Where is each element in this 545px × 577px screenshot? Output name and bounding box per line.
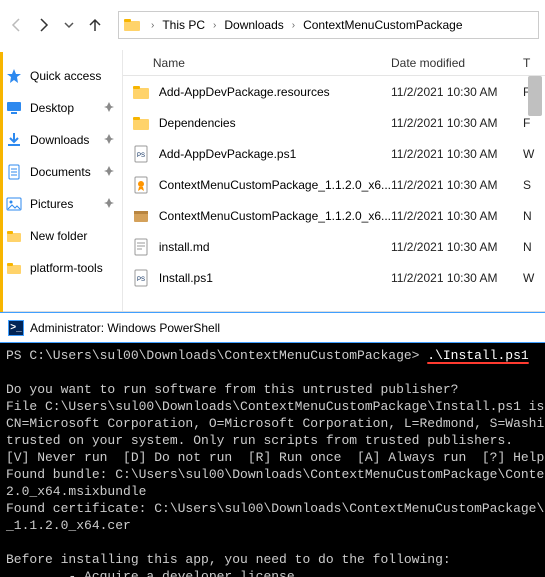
- file-type: W: [523, 147, 545, 161]
- address-bar[interactable]: › This PC › Downloads › ContextMenuCusto…: [118, 11, 539, 39]
- file-date: 11/2/2021 10:30 AM: [391, 209, 523, 223]
- file-type: F: [523, 116, 545, 130]
- sidebar-item-new-folder[interactable]: New folder: [0, 224, 122, 248]
- folder-icon: [123, 16, 141, 34]
- powershell-icon: >_: [8, 320, 24, 336]
- sidebar-item-desktop[interactable]: Desktop: [0, 96, 122, 120]
- chevron-right-icon[interactable]: ›: [290, 20, 297, 31]
- chevron-right-icon[interactable]: ›: [149, 20, 156, 31]
- column-headers: Name Date modified T: [123, 50, 545, 76]
- folder-icon: [6, 260, 22, 276]
- desktop-icon: [6, 100, 22, 116]
- file-name: Install.ps1: [159, 271, 391, 285]
- crumb-downloads[interactable]: Downloads: [220, 16, 287, 34]
- file-name: install.md: [159, 240, 391, 254]
- sidebar-item-downloads[interactable]: Downloads: [0, 128, 122, 152]
- sidebar-item-label: Quick access: [30, 69, 101, 83]
- file-row[interactable]: PS Install.ps111/2/2021 10:30 AMW: [123, 262, 545, 293]
- sidebar-item-platform-tools[interactable]: platform-tools: [0, 256, 122, 280]
- sidebar-item-label: Desktop: [30, 101, 74, 115]
- file-row[interactable]: install.md11/2/2021 10:30 AMN: [123, 231, 545, 262]
- download-icon: [6, 132, 22, 148]
- star-icon: [6, 68, 22, 84]
- up-button[interactable]: [84, 11, 106, 39]
- forward-button[interactable]: [32, 11, 54, 39]
- file-view: Name Date modified T Add-AppDevPackage.r…: [123, 50, 545, 311]
- sidebar-item-label: Downloads: [30, 133, 89, 147]
- cert-icon: [131, 175, 151, 195]
- folder-icon: [6, 228, 22, 244]
- sidebar-item-label: platform-tools: [30, 261, 103, 275]
- file-type: W: [523, 271, 545, 285]
- sidebar-item-label: New folder: [30, 229, 87, 243]
- column-name[interactable]: Name: [153, 56, 391, 70]
- file-name: Add-AppDevPackage.ps1: [159, 147, 391, 161]
- doc-icon: [6, 164, 22, 180]
- sidebar-item-documents[interactable]: Documents: [0, 160, 122, 184]
- chevron-right-icon[interactable]: ›: [211, 20, 218, 31]
- file-row[interactable]: Dependencies11/2/2021 10:30 AMF: [123, 107, 545, 138]
- file-type: N: [523, 209, 545, 223]
- pin-icon: [104, 197, 114, 211]
- ps1-icon: PS: [131, 144, 151, 164]
- scrollbar-thumb[interactable]: [528, 76, 542, 116]
- svg-text:PS: PS: [137, 153, 145, 159]
- crumb-folder[interactable]: ContextMenuCustomPackage: [299, 16, 466, 34]
- sidebar-item-quick-access[interactable]: Quick access: [0, 64, 122, 88]
- file-name: ContextMenuCustomPackage_1.1.2.0_x6...: [159, 178, 391, 192]
- file-row[interactable]: PS Add-AppDevPackage.ps111/2/2021 10:30 A…: [123, 138, 545, 169]
- file-date: 11/2/2021 10:30 AM: [391, 85, 523, 99]
- pin-icon: [104, 101, 114, 115]
- terminal-title-bar: >_ Administrator: Windows PowerShell: [0, 312, 545, 343]
- crumb-this-pc[interactable]: This PC: [158, 16, 209, 34]
- file-row[interactable]: ContextMenuCustomPackage_1.1.2.0_x6...11…: [123, 169, 545, 200]
- file-date: 11/2/2021 10:30 AM: [391, 271, 523, 285]
- column-date[interactable]: Date modified: [391, 56, 523, 70]
- file-name: Dependencies: [159, 116, 391, 130]
- file-row[interactable]: ContextMenuCustomPackage_1.1.2.0_x6...11…: [123, 200, 545, 231]
- command: .\Install.ps1: [427, 348, 528, 363]
- file-date: 11/2/2021 10:30 AM: [391, 178, 523, 192]
- recent-dropdown[interactable]: [58, 11, 80, 39]
- file-type: N: [523, 240, 545, 254]
- file-explorer: › This PC › Downloads › ContextMenuCusto…: [0, 0, 545, 312]
- file-name: Add-AppDevPackage.resources: [159, 85, 391, 99]
- file-type: S: [523, 178, 545, 192]
- file-row[interactable]: Add-AppDevPackage.resources11/2/2021 10:…: [123, 76, 545, 107]
- md-icon: [131, 237, 151, 257]
- file-date: 11/2/2021 10:30 AM: [391, 240, 523, 254]
- back-button[interactable]: [6, 11, 28, 39]
- pic-icon: [6, 196, 22, 212]
- pin-icon: [104, 165, 114, 179]
- bundle-icon: [131, 206, 151, 226]
- prompt: PS C:\Users\sul00\Downloads\ContextMenuC…: [6, 348, 419, 363]
- file-name: ContextMenuCustomPackage_1.1.2.0_x6...: [159, 209, 391, 223]
- ps1-icon: PS: [131, 268, 151, 288]
- sidebar-item-pictures[interactable]: Pictures: [0, 192, 122, 216]
- navigation-toolbar: › This PC › Downloads › ContextMenuCusto…: [0, 0, 545, 50]
- pin-icon: [104, 133, 114, 147]
- navigation-pane: Quick access Desktop Downloads Documents Pic…: [0, 50, 123, 311]
- column-type[interactable]: T: [523, 56, 545, 70]
- sidebar-item-label: Pictures: [30, 197, 73, 211]
- svg-text:PS: PS: [137, 277, 145, 283]
- folder-icon: [131, 82, 151, 102]
- file-date: 11/2/2021 10:30 AM: [391, 147, 523, 161]
- folder-icon: [131, 113, 151, 133]
- sidebar-item-label: Documents: [30, 165, 91, 179]
- terminal-title: Administrator: Windows PowerShell: [30, 321, 220, 335]
- file-list: Add-AppDevPackage.resources11/2/2021 10:…: [123, 76, 545, 311]
- terminal-body[interactable]: PS C:\Users\sul00\Downloads\ContextMenuC…: [0, 343, 545, 577]
- file-date: 11/2/2021 10:30 AM: [391, 116, 523, 130]
